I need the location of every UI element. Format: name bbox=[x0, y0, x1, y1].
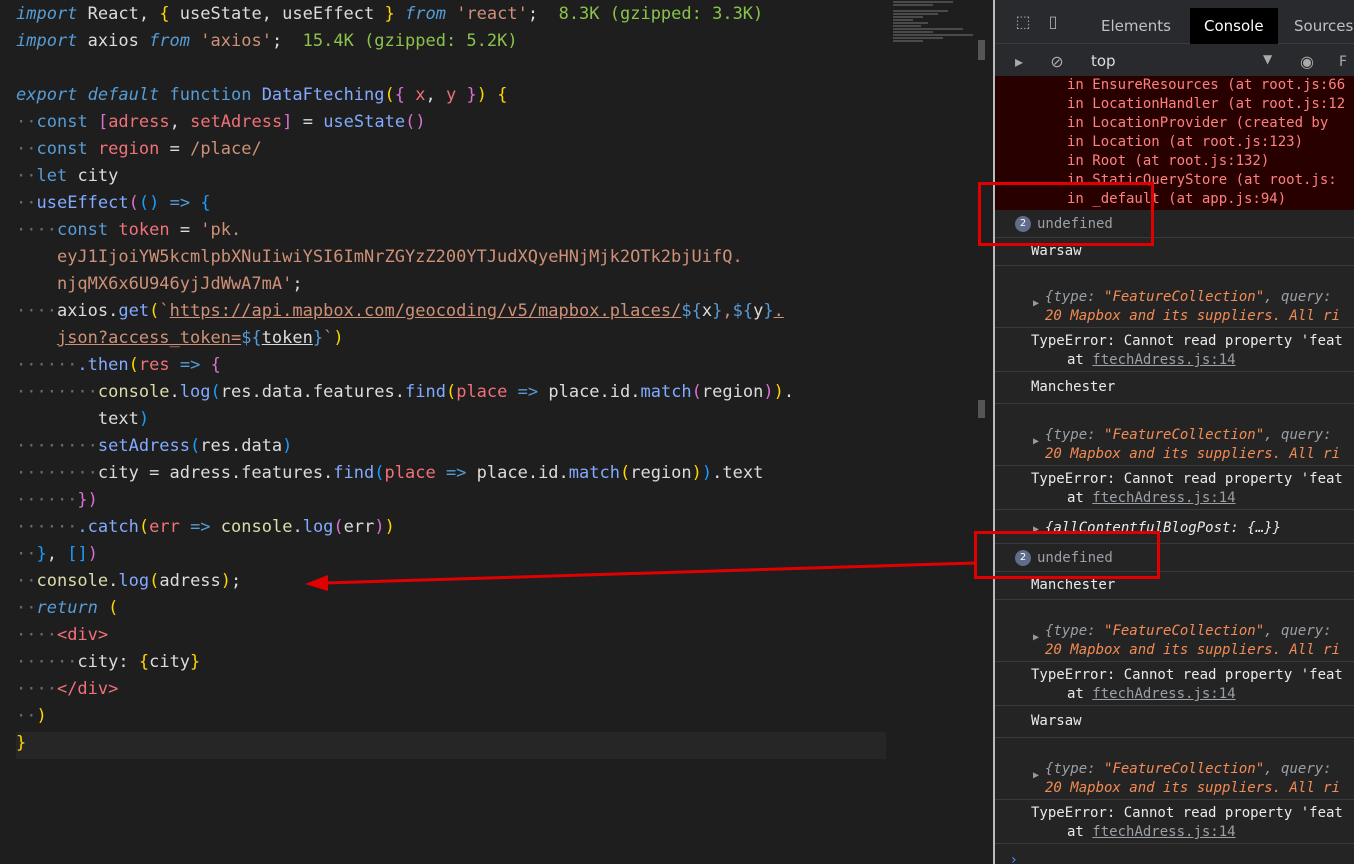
code-editor[interactable]: import React, { useState, useEffect } fr… bbox=[0, 0, 985, 864]
code-line-3[interactable]: export default function DataFteching({ x… bbox=[16, 82, 508, 109]
tab-elements[interactable]: Elements bbox=[1087, 8, 1185, 44]
tab-console[interactable]: Console bbox=[1190, 8, 1278, 44]
import-size-react: 8.3K (gzipped: 3.3K) bbox=[558, 4, 764, 24]
code-line-import-react[interactable]: import React, { useState, useEffect } fr… bbox=[16, 1, 763, 28]
console-object[interactable]: {type: "FeatureCollection", query: bbox=[1045, 760, 1332, 779]
editor-scrollbar-thumb[interactable] bbox=[978, 40, 985, 60]
sidebar-toggle-icon[interactable]: ▸ bbox=[1009, 52, 1029, 72]
console-entry-error: TypeError: Cannot read property 'feat at… bbox=[995, 662, 1354, 706]
console-entry-error: TypeError: Cannot read property 'feat at… bbox=[995, 328, 1354, 372]
error-stack-line: in Location (at root.js:123) bbox=[995, 133, 1354, 152]
console-entry: Warsaw bbox=[995, 706, 1354, 738]
minimap[interactable] bbox=[893, 0, 978, 60]
console-object[interactable]: {type: "FeatureCollection", query: bbox=[1045, 288, 1332, 307]
code-line-4[interactable]: ··const [adress, setAdress] = useState() bbox=[16, 109, 426, 136]
console-text: TypeError: Cannot read property 'feat bbox=[1031, 805, 1343, 821]
code-line-6[interactable]: ··let city bbox=[16, 163, 118, 190]
eye-icon[interactable]: ◉ bbox=[1297, 52, 1317, 72]
source-link[interactable]: ftechAdress.js:14 bbox=[1092, 490, 1235, 506]
code-line-5[interactable]: ··const region = /place/ bbox=[16, 136, 262, 163]
code-line-24[interactable]: ······city: {city} bbox=[16, 649, 200, 676]
console-object[interactable]: {type: "FeatureCollection", query: bbox=[1045, 622, 1332, 641]
annotation-box bbox=[974, 531, 1160, 579]
error-location: at ftechAdress.js:14 bbox=[1067, 490, 1236, 506]
console-object-line2: 20 Mapbox and its suppliers. All ri bbox=[1045, 642, 1341, 658]
console-toolbar: ▸ ⊘ top ▼ ◉ F bbox=[995, 44, 1354, 80]
source-link[interactable]: ftechAdress.js:14 bbox=[1092, 352, 1235, 368]
tab-sources[interactable]: Sources bbox=[1280, 8, 1354, 44]
code-line-10[interactable]: njqMX6x6U946yjJdWwA7mA'; bbox=[16, 271, 303, 298]
error-stack-line: in EnsureResources (at root.js:66 bbox=[995, 76, 1354, 95]
console-prompt-icon[interactable]: › bbox=[1011, 852, 1017, 864]
error-stack-line: in LocationHandler (at root.js:12 bbox=[995, 95, 1354, 114]
import-size-axios: 15.4K (gzipped: 5.2K) bbox=[302, 31, 518, 51]
console-entry-error: TypeError: Cannot read property 'feat at… bbox=[995, 800, 1354, 844]
console-entry-object[interactable]: ▶ {type: "FeatureCollection", query: 20 … bbox=[995, 738, 1354, 800]
console-text: TypeError: Cannot read property 'feat bbox=[1031, 667, 1343, 683]
code-line-import-axios[interactable]: import axios from 'axios'; 15.4K (gzippe… bbox=[16, 28, 518, 55]
filter-input[interactable]: F bbox=[1333, 52, 1353, 72]
current-line-highlight bbox=[16, 732, 886, 759]
console-entry-error: TypeError: Cannot read property 'feat at… bbox=[995, 466, 1354, 510]
error-location: at ftechAdress.js:14 bbox=[1067, 686, 1236, 702]
code-line-15[interactable]: text) bbox=[16, 406, 149, 433]
code-line-21[interactable]: ··console.log(adress); bbox=[16, 568, 241, 595]
console-entry-object[interactable]: ▶ {type: "FeatureCollection", query: 20 … bbox=[995, 600, 1354, 662]
expand-triangle-icon[interactable]: ▶ bbox=[1033, 766, 1039, 785]
error-location: at ftechAdress.js:14 bbox=[1067, 824, 1236, 840]
console-text: Warsaw bbox=[1031, 713, 1082, 729]
source-link[interactable]: ftechAdress.js:14 bbox=[1092, 824, 1235, 840]
expand-triangle-icon[interactable]: ▶ bbox=[1033, 294, 1039, 313]
editor-scrollbar-marker bbox=[978, 400, 985, 418]
chevron-down-icon[interactable]: ▼ bbox=[1263, 52, 1272, 66]
code-line-17[interactable]: ········city = adress.features.find(plac… bbox=[16, 460, 763, 487]
code-line-8[interactable]: ····const token = 'pk. bbox=[16, 217, 241, 244]
code-line-9[interactable]: eyJ1IjoiYW5kcmlpbXNuIiwiYSI6ImNrZGYzZ200… bbox=[16, 244, 743, 271]
error-stack-line: in LocationProvider (created by bbox=[995, 114, 1354, 133]
clear-console-icon[interactable]: ⊘ bbox=[1047, 52, 1067, 72]
code-line-14[interactable]: ········console.log(res.data.features.fi… bbox=[16, 379, 794, 406]
console-text: TypeError: Cannot read property 'feat bbox=[1031, 471, 1343, 487]
error-location: at ftechAdress.js:14 bbox=[1067, 352, 1236, 368]
code-line-23[interactable]: ····<div> bbox=[16, 622, 108, 649]
console-object-line2: 20 Mapbox and its suppliers. All ri bbox=[1045, 308, 1341, 324]
code-line-19[interactable]: ······.catch(err => console.log(err)) bbox=[16, 514, 395, 541]
code-line-27[interactable]: } bbox=[16, 730, 26, 757]
console-text: Manchester bbox=[1031, 379, 1116, 395]
code-line-12[interactable]: json?access_token=${token}`) bbox=[16, 325, 344, 352]
annotation-box bbox=[978, 182, 1154, 246]
console-entry-object[interactable]: ▶ {type: "FeatureCollection", query: 20 … bbox=[995, 266, 1354, 328]
console-entry-object[interactable]: ▶ {type: "FeatureCollection", query: 20 … bbox=[995, 404, 1354, 466]
console-object-line2: 20 Mapbox and its suppliers. All ri bbox=[1045, 446, 1341, 462]
code-line-22[interactable]: ··return ( bbox=[16, 595, 118, 622]
code-line-25[interactable]: ····</div> bbox=[16, 676, 118, 703]
expand-triangle-icon[interactable]: ▶ bbox=[1033, 432, 1039, 451]
devtools-panel: ⬚ ▯ Elements Console Sources ▸ ⊘ top ▼ ◉… bbox=[993, 0, 1354, 864]
expand-triangle-icon[interactable]: ▶ bbox=[1033, 628, 1039, 647]
code-line-26[interactable]: ··) bbox=[16, 703, 47, 730]
console-text: TypeError: Cannot read property 'feat bbox=[1031, 333, 1343, 349]
console-object-line2: 20 Mapbox and its suppliers. All ri bbox=[1045, 780, 1341, 796]
source-link[interactable]: ftechAdress.js:14 bbox=[1092, 686, 1235, 702]
code-line-13[interactable]: ······.then(res => { bbox=[16, 352, 221, 379]
devtools-tabbar: ⬚ ▯ Elements Console Sources bbox=[995, 0, 1354, 44]
console-entry: Manchester bbox=[995, 372, 1354, 404]
code-line-16[interactable]: ········setAdress(res.data) bbox=[16, 433, 292, 460]
code-line-20[interactable]: ··}, []) bbox=[16, 541, 98, 568]
console-object[interactable]: {type: "FeatureCollection", query: bbox=[1045, 426, 1332, 445]
code-line-11[interactable]: ····axios.get(`https://api.mapbox.com/ge… bbox=[16, 298, 784, 325]
code-line-18[interactable]: ······}) bbox=[16, 487, 98, 514]
error-stack-line: in Root (at root.js:132) bbox=[995, 152, 1354, 171]
context-selector[interactable]: top bbox=[1091, 52, 1116, 70]
inspect-element-icon[interactable]: ⬚ bbox=[1013, 12, 1033, 32]
device-toolbar-icon[interactable]: ▯ bbox=[1043, 12, 1063, 32]
code-line-7[interactable]: ··useEffect(() => { bbox=[16, 190, 211, 217]
